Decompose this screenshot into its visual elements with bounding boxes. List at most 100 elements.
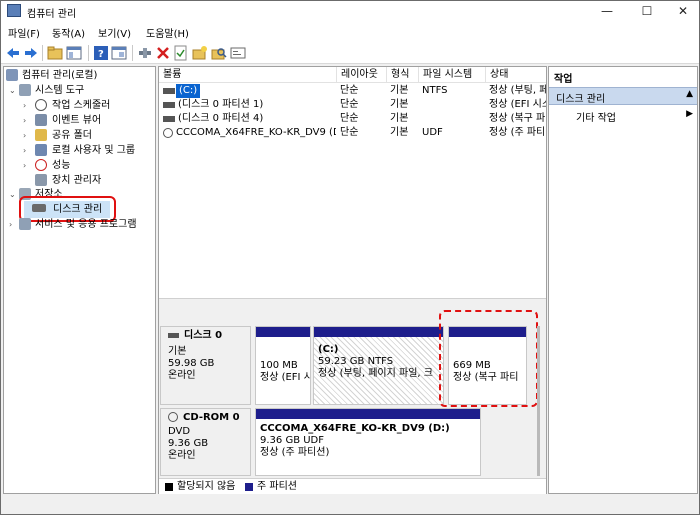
column-layout[interactable]: 레이아웃 (337, 67, 387, 83)
export-icon[interactable] (230, 45, 246, 61)
navigation-tree: 컴퓨터 관리(로컬) ⌄ 시스템 도구 › 작업 스케줄러 › 이벤트 뷰어 ›… (3, 66, 156, 494)
disk-title: CD-ROM 0 (168, 412, 250, 424)
status-cell: 정상 (부팅, 페 (489, 85, 546, 96)
type-cell: 기본 (390, 113, 409, 124)
disk-size: 9.36 GB (168, 438, 209, 449)
services-icon (19, 218, 31, 230)
column-filesystem[interactable]: 파일 시스템 (419, 67, 486, 83)
computer-management-icon (6, 69, 18, 81)
app-icon (7, 4, 21, 17)
chevron-right-icon[interactable]: › (23, 158, 31, 173)
chevron-down-icon[interactable]: ⌄ (9, 187, 17, 202)
cd-drive-icon (168, 412, 178, 422)
cd-drive-icon (163, 128, 173, 138)
action-more-label: 기타 작업 (576, 113, 616, 124)
event-viewer-icon (35, 114, 47, 126)
folder-up-icon[interactable] (47, 45, 63, 61)
tree-label: 공유 폴더 (52, 130, 92, 141)
menu-file[interactable]: 파일(F) (8, 25, 40, 40)
disk-size: 59.98 GB (168, 358, 215, 369)
menu-view[interactable]: 보기(V) (98, 25, 131, 40)
clock-icon (35, 99, 47, 111)
status-cell: 정상 (주 파티 (489, 127, 546, 138)
disk-name: CD-ROM 0 (183, 412, 240, 423)
highlight-box-recovery-partition (439, 310, 538, 407)
chevron-right-icon[interactable]: › (23, 143, 31, 158)
tree-label: 시스템 도구 (35, 85, 85, 96)
disk-state: 온라인 (168, 370, 196, 381)
volume-icon (163, 102, 175, 108)
cdrom-0-label[interactable]: CD-ROM 0 DVD 9.36 GB 온라인 (160, 408, 251, 476)
action-section-label: 디스크 관리 (556, 94, 606, 105)
toolbar-separator (42, 45, 43, 61)
connect-icon[interactable] (137, 45, 153, 61)
chevron-right-icon[interactable]: › (23, 113, 31, 128)
partition-title: (C:) (318, 344, 339, 355)
status-cell: 정상 (복구 파 (489, 113, 546, 124)
partition-c[interactable]: (C:) 59.23 GB NTFS 정상 (부팅, 페이지 파일, 크 (313, 326, 444, 405)
minimize-button[interactable]: — (599, 4, 615, 18)
shared-folder-icon (35, 129, 47, 141)
console-tree-icon[interactable] (66, 45, 82, 61)
partition-size: 9.36 GB UDF (260, 435, 325, 446)
check-icon[interactable] (173, 45, 189, 61)
help-icon[interactable]: ? (93, 45, 109, 61)
chevron-right-icon[interactable]: › (9, 217, 17, 232)
delete-icon[interactable] (155, 45, 171, 61)
volume-name-cell: CCCOMA_X64FRE_KO-KR_DV9 (D:) (176, 127, 336, 138)
disk-graphical-view: 디스크 0 기본 59.98 GB 온라인 100 MB 정상 (EFI 시 (… (159, 298, 546, 494)
tree-label: 서비스 및 응용 프로그램 (35, 219, 137, 230)
tree-label: 컴퓨터 관리(로컬) (22, 70, 98, 81)
vertical-scrollbar[interactable] (537, 326, 540, 476)
disk-management-pane: 볼륨 레이아웃 형식 파일 시스템 상태 (C:) 단순 기본 NTFS 정상 … (158, 66, 547, 494)
tree-label: 장치 관리자 (52, 175, 102, 186)
action-header: 작업 (554, 74, 573, 85)
action-pane: 작업 디스크 관리 ▲ 기타 작업 ▶ (548, 66, 698, 494)
menu-action[interactable]: 동작(A) (52, 25, 85, 40)
partition-dvd[interactable]: CCCOMA_X64FRE_KO-KR_DV9 (D:) 9.36 GB UDF… (255, 408, 481, 476)
column-volume[interactable]: 볼륨 (159, 67, 337, 83)
search-icon[interactable] (211, 45, 227, 61)
table-row[interactable]: CCCOMA_X64FRE_KO-KR_DV9 (D:) 단순 기본 UDF 정… (159, 126, 546, 140)
disk-0-label[interactable]: 디스크 0 기본 59.98 GB 온라인 (160, 326, 251, 405)
properties-icon[interactable] (111, 45, 127, 61)
volume-icon (163, 116, 175, 122)
layout-cell: 단순 (340, 127, 359, 138)
maximize-button[interactable]: ☐ (639, 4, 655, 18)
chevron-down-icon[interactable]: ⌄ (9, 83, 17, 98)
table-row[interactable]: (C:) 단순 기본 NTFS 정상 (부팅, 페 (159, 84, 546, 98)
layout-cell: 단순 (340, 99, 359, 110)
chevron-right-icon[interactable]: › (23, 128, 31, 143)
performance-icon (35, 159, 47, 171)
action-more-actions[interactable]: 기타 작업 ▶ (549, 107, 697, 124)
disk-name: 디스크 0 (184, 330, 223, 341)
tree-label: 작업 스케줄러 (52, 100, 111, 111)
volume-list-header: 볼륨 레이아웃 형식 파일 시스템 상태 (159, 67, 546, 83)
partition-bar (314, 327, 443, 337)
layout-cell: 단순 (340, 113, 359, 124)
table-row[interactable]: (디스크 0 파티션 1) 단순 기본 정상 (EFI 시스 (159, 98, 546, 112)
close-button[interactable]: ✕ (675, 4, 691, 18)
status-bar (1, 497, 699, 514)
column-type[interactable]: 형식 (387, 67, 419, 83)
legend-unallocated-label: 할당되지 않음 (177, 481, 236, 492)
legend-primary-label: 주 파티션 (257, 481, 297, 492)
partition-title: CCCOMA_X64FRE_KO-KR_DV9 (D:) (260, 423, 450, 434)
menu-help[interactable]: 도움말(H) (146, 25, 189, 40)
device-manager-icon (35, 174, 47, 186)
table-row[interactable]: (디스크 0 파티션 4) 단순 기본 정상 (복구 파 (159, 112, 546, 126)
window-title: 컴퓨터 관리 (27, 9, 77, 20)
new-folder-icon[interactable] (192, 45, 208, 61)
chevron-right-icon[interactable]: › (23, 98, 31, 113)
action-section-disk-management[interactable]: 디스크 관리 ▲ (549, 87, 697, 105)
submenu-arrow-icon: ▶ (686, 109, 693, 119)
partition-bar (256, 409, 480, 419)
collapse-up-icon[interactable]: ▲ (686, 89, 693, 99)
column-status[interactable]: 상태 (486, 67, 546, 83)
partition-efi[interactable]: 100 MB 정상 (EFI 시 (255, 326, 311, 405)
back-arrow-icon[interactable] (5, 45, 21, 61)
system-tools-icon (19, 84, 31, 96)
legend-unallocated-swatch (165, 483, 173, 491)
type-cell: 기본 (390, 85, 409, 96)
forward-arrow-icon[interactable] (23, 45, 39, 61)
